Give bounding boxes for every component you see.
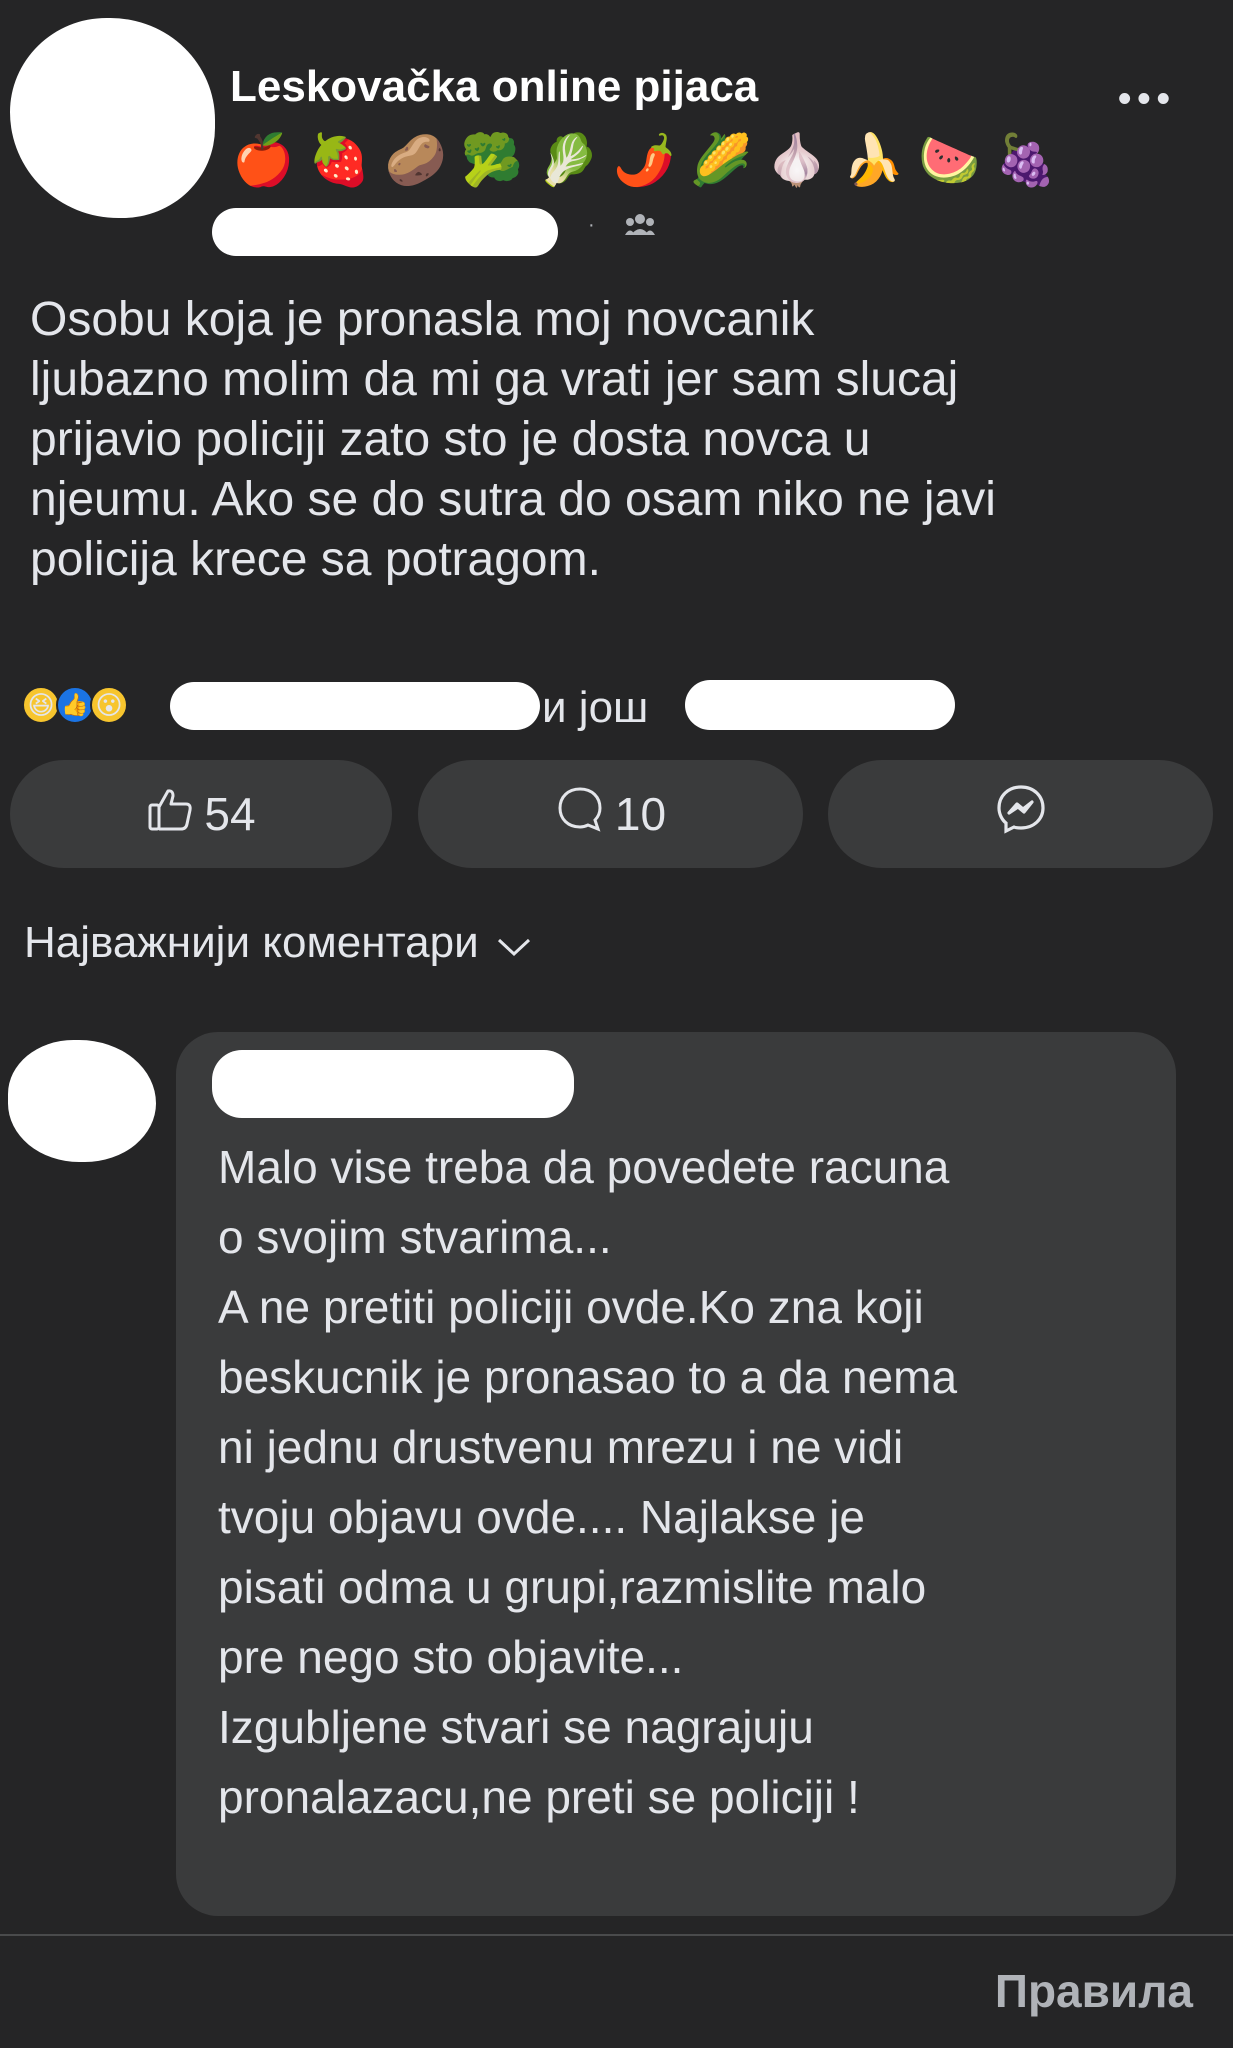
rules-link[interactable]: Правила xyxy=(995,1964,1193,2018)
more-options-button[interactable]: ••• xyxy=(1118,78,1176,121)
wow-reaction-icon: 😮 xyxy=(90,686,128,724)
chevron-down-icon xyxy=(497,918,531,968)
footer-divider xyxy=(0,1934,1233,1936)
leafy-green-icon: 🥬 xyxy=(537,131,600,189)
broccoli-icon: 🥦 xyxy=(460,131,524,189)
group-members-icon xyxy=(625,213,655,240)
strawberry-icon: 🍓 xyxy=(308,131,371,189)
group-name[interactable]: Leskovačka online pijaca xyxy=(230,62,758,112)
comments-sort-dropdown[interactable]: Најважнији коментари xyxy=(24,918,531,968)
watermelon-icon: 🍉 xyxy=(918,131,981,189)
reaction-summary[interactable]: 😆 👍 😮 xyxy=(22,686,128,724)
post-body-text: Osobu koja je pronasla moj novcanik ljub… xyxy=(30,293,996,586)
messenger-share-button[interactable] xyxy=(828,760,1213,868)
like-reaction-icon: 👍 xyxy=(56,686,94,724)
meta-separator: · xyxy=(588,214,595,236)
reactions-and-more-label[interactable]: и још xyxy=(542,683,648,733)
group-emoji-row: 🍎 🍓 🥔 🥦 🥬 🌶️ 🌽 🧄 🍌 🍉 🍇 xyxy=(232,130,1057,190)
redacted-commenter-name xyxy=(212,1050,574,1118)
redacted-reactor-name xyxy=(170,682,540,730)
comment-text: Malo vise treba da povedete racuna o svo… xyxy=(218,1141,958,1823)
comment-button[interactable]: 10 xyxy=(418,760,803,868)
haha-reaction-icon: 😆 xyxy=(22,686,60,724)
redacted-reactor-count xyxy=(685,680,955,730)
apple-icon: 🍎 xyxy=(232,131,295,189)
hot-pepper-icon: 🌶️ xyxy=(613,131,676,189)
comments-sort-label: Најважнији коментари xyxy=(24,918,479,967)
comment-count: 10 xyxy=(614,788,667,840)
redacted-commenter-avatar xyxy=(8,1040,156,1162)
thumbs-up-icon xyxy=(146,785,194,844)
messenger-icon xyxy=(994,782,1048,847)
redacted-group-avatar xyxy=(10,18,215,218)
like-button[interactable]: 54 xyxy=(10,760,392,868)
like-count: 54 xyxy=(204,788,256,840)
comment-bubble-icon xyxy=(555,784,605,845)
garlic-icon: 🧄 xyxy=(765,131,829,189)
potato-icon: 🥔 xyxy=(384,131,447,189)
grapes-icon: 🍇 xyxy=(994,131,1057,189)
redacted-author-name xyxy=(212,208,558,256)
banana-icon: 🍌 xyxy=(842,131,905,189)
corn-icon: 🌽 xyxy=(689,131,752,189)
